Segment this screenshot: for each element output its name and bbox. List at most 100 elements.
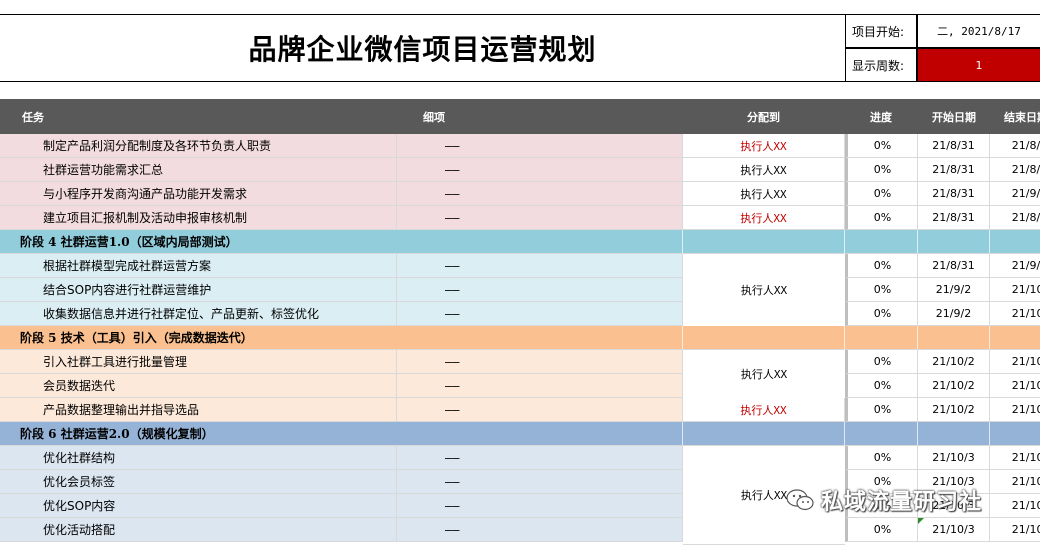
detail-cell[interactable]: ——: [397, 158, 683, 182]
start-date-cell[interactable]: 21/9/2: [918, 278, 990, 302]
phase-progress-cell[interactable]: [845, 230, 918, 254]
end-date-cell[interactable]: 21/10/: [990, 374, 1040, 398]
detail-cell[interactable]: ——: [397, 518, 683, 542]
column-header-end[interactable]: 结束日期: [1004, 99, 1040, 134]
phase-start-cell[interactable]: [918, 230, 990, 254]
task-cell[interactable]: 制定产品利润分配制度及各环节负责人职责: [0, 134, 397, 158]
end-date-cell[interactable]: 21/9/2: [990, 254, 1040, 278]
start-date-cell[interactable]: 21/8/31: [918, 134, 990, 158]
phase-title[interactable]: 阶段 4 社群运营1.0（区域内局部测试）: [0, 230, 683, 254]
table-row[interactable]: 产品数据整理输出并指导选品 —— 执行人XX 0% 21/10/2 21/10/: [0, 398, 1040, 422]
progress-cell[interactable]: 0%: [845, 398, 918, 422]
phase-row[interactable]: 阶段 5 技术（工具）引入（完成数据迭代）: [0, 326, 1040, 350]
phase-start-cell[interactable]: [918, 422, 990, 446]
task-cell[interactable]: 优化社群结构: [0, 446, 397, 470]
assign-cell[interactable]: 执行人XX: [683, 206, 845, 230]
end-date-cell[interactable]: 21/8/3: [990, 158, 1040, 182]
detail-cell[interactable]: ——: [397, 302, 683, 326]
detail-cell[interactable]: ——: [397, 470, 683, 494]
progress-cell[interactable]: 0%: [845, 134, 918, 158]
detail-cell[interactable]: ——: [397, 494, 683, 518]
detail-cell[interactable]: ——: [397, 446, 683, 470]
table-row[interactable]: 优化社群结构 —— 0% 21/10/3 21/10/: [0, 446, 1040, 470]
phase-assign-cell[interactable]: [683, 230, 845, 254]
detail-cell[interactable]: ——: [397, 350, 683, 374]
task-cell[interactable]: 收集数据信息并进行社群定位、产品更新、标签优化: [0, 302, 397, 326]
start-date-cell[interactable]: 21/10/2: [918, 398, 990, 422]
detail-cell[interactable]: ——: [397, 278, 683, 302]
start-date-cell[interactable]: 21/8/31: [918, 254, 990, 278]
detail-cell[interactable]: ——: [397, 206, 683, 230]
task-cell[interactable]: 优化SOP内容: [0, 494, 397, 518]
task-cell[interactable]: 与小程序开发商沟通产品功能开发需求: [0, 182, 397, 206]
table-row[interactable]: 制定产品利润分配制度及各环节负责人职责 —— 执行人XX 0% 21/8/31 …: [0, 134, 1040, 158]
phase-assign-cell[interactable]: [683, 422, 845, 446]
column-header-progress[interactable]: 进度: [870, 99, 892, 134]
table-row[interactable]: 会员数据迭代 —— 0% 21/10/2 21/10/: [0, 374, 1040, 398]
column-header-detail[interactable]: 细项: [423, 99, 445, 134]
assign-cell[interactable]: 执行人XX: [683, 398, 845, 422]
phase-start-cell[interactable]: [918, 326, 990, 350]
task-cell[interactable]: 社群运营功能需求汇总: [0, 158, 397, 182]
start-date-cell[interactable]: 21/10/3: [918, 518, 990, 542]
table-row[interactable]: 引入社群工具进行批量管理 —— 0% 21/10/2 21/10/: [0, 350, 1040, 374]
table-row[interactable]: 建立项目汇报机制及活动申报审核机制 —— 执行人XX 0% 21/8/31 21…: [0, 206, 1040, 230]
project-start-cell[interactable]: 二, 2021/8/17: [917, 14, 1040, 48]
phase-progress-cell[interactable]: [845, 422, 918, 446]
task-cell[interactable]: 建立项目汇报机制及活动申报审核机制: [0, 206, 397, 230]
end-date-cell[interactable]: 21/10/: [990, 350, 1040, 374]
start-date-cell[interactable]: 21/9/2: [918, 302, 990, 326]
phase-row[interactable]: 阶段 4 社群运营1.0（区域内局部测试）: [0, 230, 1040, 254]
start-date-cell[interactable]: 21/10/3: [918, 446, 990, 470]
phase-title[interactable]: 阶段 5 技术（工具）引入（完成数据迭代）: [0, 326, 683, 350]
end-date-cell[interactable]: 21/9/1: [990, 182, 1040, 206]
display-weeks-cell[interactable]: 1: [917, 48, 1040, 82]
assign-cell[interactable]: 执行人XX: [683, 158, 845, 182]
end-date-cell[interactable]: 21/10/: [990, 518, 1040, 542]
progress-cell[interactable]: 0%: [845, 350, 918, 374]
detail-cell[interactable]: ——: [397, 254, 683, 278]
task-cell[interactable]: 产品数据整理输出并指导选品: [0, 398, 397, 422]
progress-cell[interactable]: 0%: [845, 374, 918, 398]
table-row[interactable]: 优化活动搭配 —— 0% 21/10/3 21/10/: [0, 518, 1040, 542]
phase-end-cell[interactable]: [990, 422, 1040, 446]
end-date-cell[interactable]: 21/10/: [990, 278, 1040, 302]
start-date-cell[interactable]: 21/8/31: [918, 182, 990, 206]
task-cell[interactable]: 优化会员标签: [0, 470, 397, 494]
end-date-cell[interactable]: 21/10/: [990, 302, 1040, 326]
start-date-cell[interactable]: 21/10/2: [918, 350, 990, 374]
start-date-cell[interactable]: 21/8/31: [918, 158, 990, 182]
progress-cell[interactable]: 0%: [845, 182, 918, 206]
progress-cell[interactable]: 0%: [845, 206, 918, 230]
end-date-cell[interactable]: 21/10/: [990, 398, 1040, 422]
progress-cell[interactable]: 0%: [845, 254, 918, 278]
progress-cell[interactable]: 0%: [845, 278, 918, 302]
detail-cell[interactable]: ——: [397, 134, 683, 158]
phase-end-cell[interactable]: [990, 326, 1040, 350]
table-row[interactable]: 与小程序开发商沟通产品功能开发需求 —— 执行人XX 0% 21/8/31 21…: [0, 182, 1040, 206]
phase-title[interactable]: 阶段 6 社群运营2.0（规模化复制）: [0, 422, 683, 446]
task-cell[interactable]: 引入社群工具进行批量管理: [0, 350, 397, 374]
phase-end-cell[interactable]: [990, 230, 1040, 254]
task-cell[interactable]: 优化活动搭配: [0, 518, 397, 542]
task-cell[interactable]: 会员数据迭代: [0, 374, 397, 398]
column-header-assign[interactable]: 分配到: [747, 99, 780, 134]
assign-cell[interactable]: 执行人XX: [683, 182, 845, 206]
table-row[interactable]: 收集数据信息并进行社群定位、产品更新、标签优化 —— 0% 21/9/2 21/…: [0, 302, 1040, 326]
detail-cell[interactable]: ——: [397, 398, 683, 422]
assign-cell[interactable]: 执行人XX: [683, 134, 845, 158]
table-row[interactable]: 根据社群模型完成社群运营方案 —— 0% 21/8/31 21/9/2: [0, 254, 1040, 278]
table-row[interactable]: 社群运营功能需求汇总 —— 执行人XX 0% 21/8/31 21/8/3: [0, 158, 1040, 182]
end-date-cell[interactable]: 21/8/3: [990, 206, 1040, 230]
phase-assign-cell[interactable]: [683, 326, 845, 350]
progress-cell[interactable]: 0%: [845, 158, 918, 182]
column-header-task[interactable]: 任务: [22, 99, 44, 134]
column-header-start[interactable]: 开始日期: [932, 99, 976, 134]
progress-cell[interactable]: 0%: [845, 302, 918, 326]
progress-cell[interactable]: 0%: [845, 446, 918, 470]
start-date-cell[interactable]: 21/10/2: [918, 374, 990, 398]
detail-cell[interactable]: ——: [397, 374, 683, 398]
progress-cell[interactable]: 0%: [845, 518, 918, 542]
table-row[interactable]: 结合SOP内容进行社群运营维护 —— 0% 21/9/2 21/10/: [0, 278, 1040, 302]
phase-row[interactable]: 阶段 6 社群运营2.0（规模化复制）: [0, 422, 1040, 446]
